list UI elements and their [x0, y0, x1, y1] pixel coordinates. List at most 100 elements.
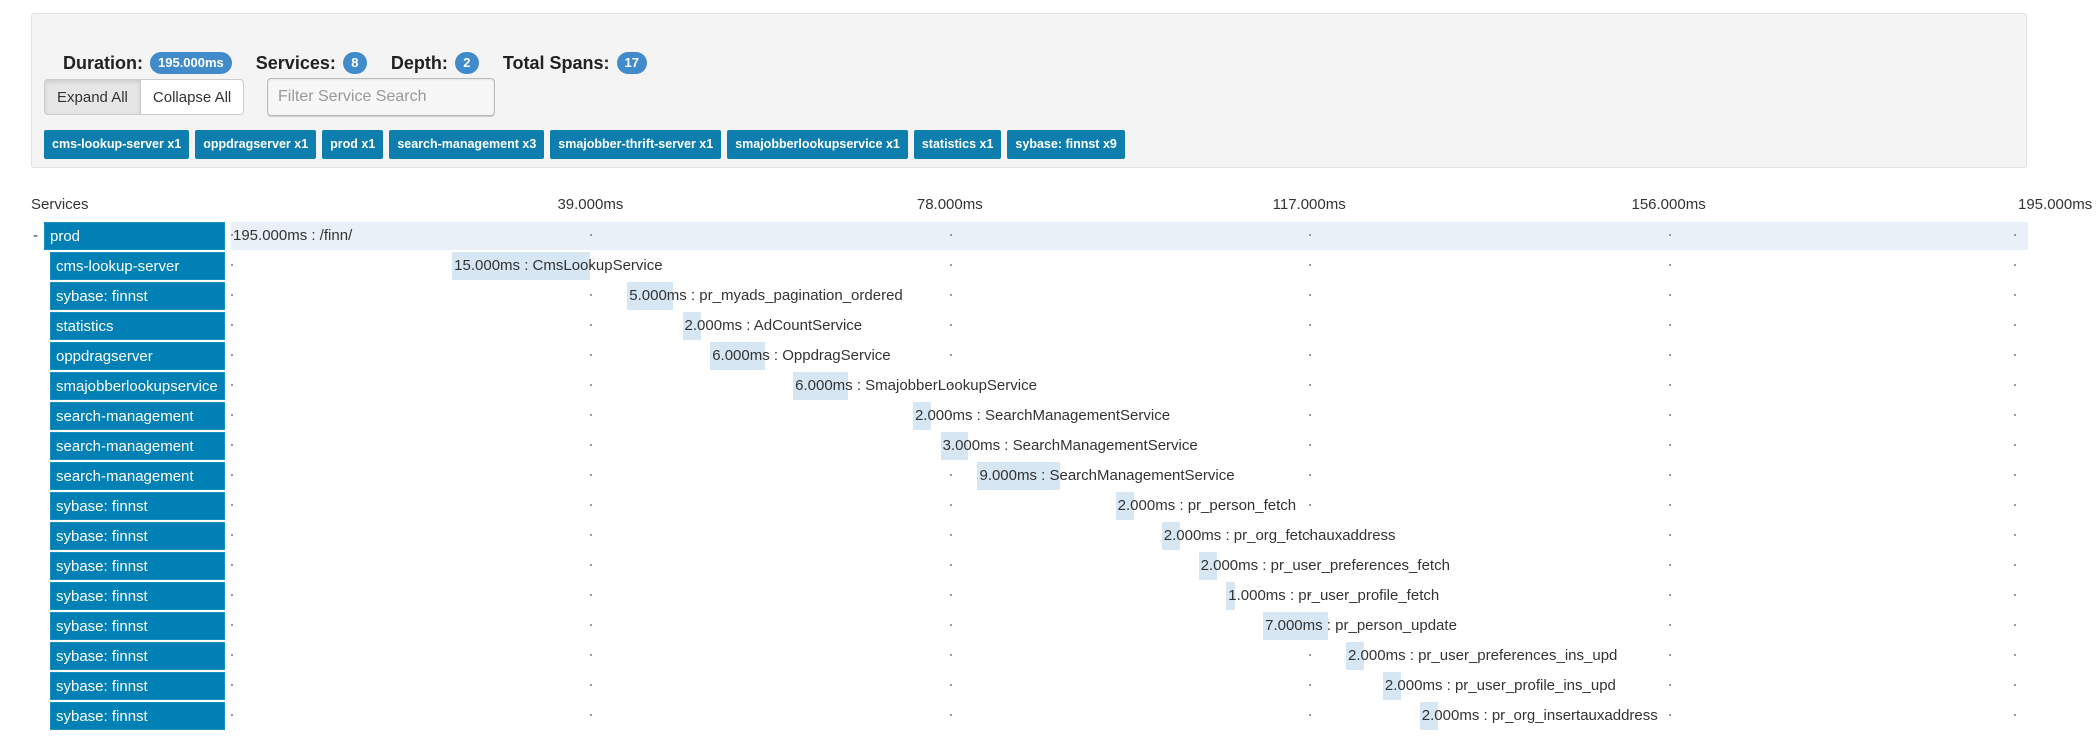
span-service-label[interactable]: sybase: finnst [50, 492, 225, 520]
span-row[interactable]: sybase: finnst 2.000ms : pr_org_fetchauxa… [0, 522, 2096, 552]
duration-label: Duration: [63, 52, 143, 73]
gridline-dot [1309, 654, 1312, 656]
gridline-dot [2014, 684, 2016, 686]
span-label: 15.000ms : CmsLookupService [454, 257, 663, 274]
span-row[interactable]: sybase: finnst 2.000ms : pr_org_insertaux… [0, 702, 2096, 732]
gridline-dot [1668, 294, 1671, 296]
gridline-dot [1668, 324, 1671, 326]
span-service-label[interactable]: search-management [50, 462, 225, 490]
span-row[interactable]: sybase: finnst 1.000ms : pr_user_profile_… [0, 582, 2096, 612]
service-tag[interactable]: cms-lookup-server x1 [44, 130, 190, 159]
service-tag[interactable]: smajobber-thrift-server x1 [550, 130, 722, 159]
span-row[interactable]: sybase: finnst 2.000ms : pr_user_preferen… [0, 552, 2096, 582]
tick-label: 156.000ms [1631, 196, 1706, 213]
service-tag[interactable]: prod x1 [322, 130, 384, 159]
span-service-label[interactable]: sybase: finnst [50, 672, 225, 700]
gridline-dot [231, 384, 233, 386]
gridline-dot [231, 474, 233, 476]
gridline-dot [1309, 444, 1312, 446]
gridline-dot [1309, 384, 1312, 386]
service-tag[interactable]: smajobberlookupservice x1 [727, 130, 908, 159]
span-row[interactable]: oppdragserver 6.000ms : OppdragService [0, 342, 2096, 372]
span-row[interactable]: sybase: finnst 7.000ms : pr_person_update [0, 612, 2096, 642]
gridline-dot [1668, 684, 1671, 686]
service-tag[interactable]: oppdragserver x1 [195, 130, 317, 159]
span-service-label[interactable]: oppdragserver [50, 342, 225, 370]
gridline-dot [1668, 714, 1671, 716]
gridline-dot [590, 714, 593, 716]
gridline-dot [590, 654, 593, 656]
collapse-toggle[interactable]: - [33, 222, 38, 250]
gridline-dot [2014, 414, 2016, 416]
span-label: 2.000ms : pr_user_preferences_fetch [1200, 557, 1450, 574]
gridline-dot [1668, 654, 1671, 656]
span-row[interactable]: sybase: finnst 5.000ms : pr_myads_paginat… [0, 282, 2096, 312]
span-service-label[interactable]: sybase: finnst [50, 582, 225, 610]
span-service-label[interactable]: sybase: finnst [50, 552, 225, 580]
gridline-dot [1309, 324, 1312, 326]
services-badge: 8 [342, 52, 367, 74]
tick-label: 39.000ms [557, 196, 624, 213]
span-service-label[interactable]: sybase: finnst [50, 642, 225, 670]
span-service-label[interactable]: sybase: finnst [50, 282, 225, 310]
filter-service-search-input[interactable] [267, 78, 495, 116]
gridline-dot [949, 324, 952, 326]
span-service-label[interactable]: search-management [50, 402, 225, 430]
gridline-dot [2014, 624, 2016, 626]
gridline-dot [231, 534, 233, 536]
gridline-dot [231, 624, 233, 626]
span-track [231, 282, 2028, 310]
span-row[interactable]: search-management 9.000ms : SearchManagem… [0, 462, 2096, 492]
span-service-label[interactable]: sybase: finnst [50, 522, 225, 550]
span-service-label[interactable]: statistics [50, 312, 225, 340]
gridline-dot [590, 474, 593, 476]
trace-stats: Duration: 195.000ms Services: 8 Depth: 2… [63, 52, 671, 74]
span-service-label[interactable]: sybase: finnst [50, 702, 225, 730]
span-row[interactable]: statistics 2.000ms : AdCountService [0, 312, 2096, 342]
span-bar[interactable] [231, 222, 2028, 250]
span-service-label[interactable]: smajobberlookupservice [50, 372, 225, 400]
span-label: 7.000ms : pr_person_update [1265, 617, 1457, 634]
span-row[interactable]: search-management 2.000ms : SearchManagem… [0, 402, 2096, 432]
gridline-dot [231, 684, 233, 686]
gridline-dot [1668, 624, 1671, 626]
gridline-dot [1668, 564, 1671, 566]
gridline-dot [231, 594, 233, 596]
gridline-dot [1668, 414, 1671, 416]
span-row[interactable]: smajobberlookupservice 6.000ms : Smajobbe… [0, 372, 2096, 402]
span-label: 6.000ms : SmajobberLookupService [795, 377, 1037, 394]
gridline-dot [1309, 474, 1312, 476]
span-track [231, 342, 2028, 370]
span-service-label[interactable]: prod [44, 222, 225, 250]
span-label: 2.000ms : pr_user_profile_ins_upd [1384, 677, 1616, 694]
span-track [231, 312, 2028, 340]
gridline-dot [590, 354, 593, 356]
collapse-all-button[interactable]: Collapse All [140, 79, 245, 115]
span-row[interactable]: sybase: finnst 2.000ms : pr_user_profile_… [0, 672, 2096, 702]
span-label: 9.000ms : SearchManagementService [979, 467, 1235, 484]
span-service-label[interactable]: cms-lookup-server [50, 252, 225, 280]
span-label: 5.000ms : pr_myads_pagination_ordered [629, 287, 903, 304]
span-track [231, 702, 2028, 730]
gridline-dot [2014, 474, 2016, 476]
depth-label: Depth: [390, 52, 448, 73]
gridline-dot [2014, 324, 2016, 326]
expand-all-button[interactable]: Expand All [44, 79, 141, 115]
span-row[interactable]: cms-lookup-server 15.000ms : CmsLookupSer… [0, 252, 2096, 282]
service-tag[interactable]: search-management x3 [389, 130, 545, 159]
span-label: 1.000ms : pr_user_profile_fetch [1228, 587, 1440, 604]
gridline-dot [231, 324, 233, 326]
span-track [231, 552, 2028, 580]
gridline-dot [231, 564, 233, 566]
span-service-label[interactable]: sybase: finnst [50, 612, 225, 640]
span-row[interactable]: search-management 3.000ms : SearchManagem… [0, 432, 2096, 462]
service-tag[interactable]: sybase: finnst x9 [1007, 130, 1125, 159]
gridline-dot [2014, 654, 2016, 656]
span-row[interactable]: sybase: finnst 2.000ms : pr_person_fetch [0, 492, 2096, 522]
span-service-label[interactable]: search-management [50, 432, 225, 460]
span-row[interactable]: sybase: finnst 2.000ms : pr_user_preferen… [0, 642, 2096, 672]
span-row[interactable]: - prod 195.000ms : /finn/ [0, 222, 2096, 252]
gridline-dot [1668, 264, 1671, 266]
total-spans-label: Total Spans: [502, 52, 610, 73]
service-tag[interactable]: statistics x1 [913, 130, 1002, 159]
